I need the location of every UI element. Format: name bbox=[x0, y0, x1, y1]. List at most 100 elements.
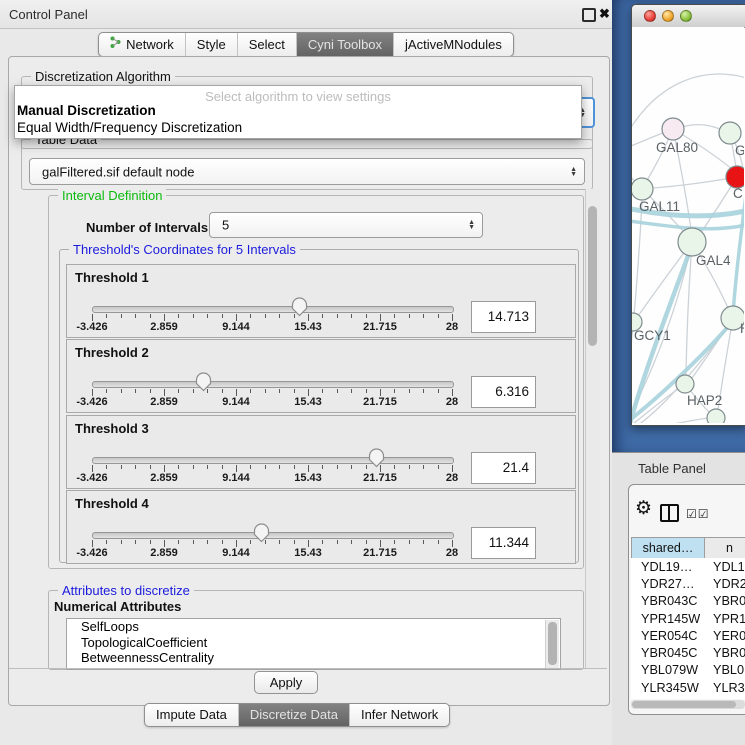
threshold-label: Threshold 2 bbox=[75, 345, 149, 360]
slider-thumb[interactable] bbox=[253, 523, 270, 543]
close-icon[interactable]: ✖ bbox=[599, 6, 610, 22]
network-node-hap2[interactable] bbox=[676, 375, 694, 393]
slider-tick bbox=[135, 314, 136, 318]
network-view-window: GAL80GACGAL11GAL4GCY1HHAP2 bbox=[631, 4, 745, 426]
slider-tick bbox=[164, 540, 165, 547]
slider-thumb[interactable] bbox=[368, 448, 385, 468]
table-row[interactable]: YBR045CYBR0 bbox=[631, 644, 745, 661]
network-node-gal4[interactable] bbox=[678, 228, 706, 256]
threshold-value-field[interactable]: 11.344 bbox=[471, 527, 536, 559]
slider-tick bbox=[409, 540, 410, 544]
tab-impute-data[interactable]: Impute Data bbox=[145, 704, 239, 726]
slider-thumb[interactable] bbox=[291, 297, 308, 317]
slider-tick bbox=[150, 540, 151, 544]
threshold-value-field[interactable]: 21.4 bbox=[471, 452, 536, 484]
slider-tick bbox=[394, 465, 395, 469]
network-canvas[interactable]: GAL80GACGAL11GAL4GCY1HHAP2 bbox=[632, 27, 744, 423]
network-window-titlebar[interactable] bbox=[632, 5, 745, 28]
combo-spinner-icon: ▲▼ bbox=[570, 167, 577, 177]
close-traffic-light[interactable] bbox=[644, 10, 656, 22]
tab-cyni-toolbox[interactable]: Cyni Toolbox bbox=[297, 33, 394, 56]
tab-discretize-data[interactable]: Discretize Data bbox=[239, 704, 350, 726]
slider-track[interactable] bbox=[92, 306, 454, 313]
network-node[interactable] bbox=[707, 409, 725, 423]
table-horizontal-scrollbar[interactable] bbox=[631, 700, 745, 709]
attribute-item-betweennesscentrality[interactable]: BetweennessCentrality bbox=[67, 650, 560, 666]
slider-tick bbox=[279, 540, 280, 544]
tab-select[interactable]: Select bbox=[238, 33, 297, 56]
slider-tick bbox=[193, 389, 194, 393]
slider-tick bbox=[222, 389, 223, 393]
content-vertical-scrollbar[interactable] bbox=[585, 189, 600, 668]
slider-tick-label: 2.859 bbox=[150, 472, 178, 484]
network-node-label: GAL11 bbox=[639, 199, 680, 214]
threshold-label: Threshold 4 bbox=[75, 496, 149, 511]
network-icon bbox=[110, 36, 121, 52]
float-window-icon[interactable] bbox=[582, 8, 596, 22]
tab-jactivemnodules[interactable]: jActiveMNodules bbox=[394, 33, 513, 56]
slider-tick bbox=[236, 314, 237, 321]
slider-tick bbox=[135, 465, 136, 469]
threshold-value-field[interactable]: 6.316 bbox=[471, 376, 536, 408]
tab-network[interactable]: Network bbox=[99, 33, 186, 56]
tab-style[interactable]: Style bbox=[186, 33, 238, 56]
table-row[interactable]: YDR27…YDR2 bbox=[631, 575, 745, 592]
footer-divider bbox=[9, 668, 607, 669]
table-panel-region: Table Panel ⚙ ☑☑ shared… n YDL19…YDL1YDR… bbox=[612, 452, 745, 745]
column-header-name[interactable]: n bbox=[705, 538, 745, 558]
network-node-gal11[interactable] bbox=[632, 178, 653, 200]
algorithm-option-equal-width-frequency-discretization[interactable]: Equal Width/Frequency Discretization bbox=[17, 120, 242, 135]
scrollbar-thumb[interactable] bbox=[632, 701, 736, 708]
table-row[interactable]: YDL19…YDL1 bbox=[631, 558, 745, 575]
slider-tick bbox=[178, 314, 179, 318]
network-node-ga[interactable] bbox=[719, 122, 741, 144]
split-columns-icon[interactable] bbox=[660, 504, 679, 522]
scrollbar-thumb[interactable] bbox=[548, 622, 557, 665]
table-row[interactable]: YPR145WYPR1 bbox=[631, 610, 745, 627]
slider-tick-label: 28 bbox=[446, 547, 458, 559]
scrollbar-thumb[interactable] bbox=[588, 206, 597, 346]
num-intervals-combobox[interactable]: 5 ▲▼ bbox=[209, 212, 483, 238]
table-row[interactable]: YIL052CYIL0 bbox=[631, 696, 745, 699]
table-data-combobox[interactable]: galFiltered.sif default node ▲▼ bbox=[29, 158, 585, 185]
tab-infer-network[interactable]: Infer Network bbox=[350, 704, 449, 726]
slider-tick bbox=[236, 389, 237, 396]
attribute-item-topologicalcoefficient[interactable]: TopologicalCoefficient bbox=[67, 635, 560, 651]
attribute-item-selfloops[interactable]: SelfLoops bbox=[67, 619, 560, 635]
slider-track[interactable] bbox=[92, 457, 454, 464]
numerical-attributes-list[interactable]: SelfLoopsTopologicalCoefficientBetweenne… bbox=[66, 618, 561, 670]
checkbox-icons[interactable]: ☑☑ bbox=[686, 507, 710, 521]
cyni-toolbox-panel: Discretization Algorithm ▲▼ Select algor… bbox=[8, 56, 610, 706]
gear-icon[interactable]: ⚙ bbox=[635, 497, 652, 520]
slider-track[interactable] bbox=[92, 532, 454, 539]
slider-tick bbox=[337, 465, 338, 469]
slider-tick-label: 21.715 bbox=[363, 396, 397, 408]
cell-name: YBR0 bbox=[705, 646, 745, 660]
column-header-shared-name[interactable]: shared… bbox=[631, 538, 705, 558]
network-node-label: GAL80 bbox=[656, 140, 698, 155]
table-data-group: Table Data galFiltered.sif default node … bbox=[21, 139, 593, 190]
algorithm-option-manual-discretization[interactable]: Manual Discretization bbox=[17, 103, 156, 118]
minimize-traffic-light[interactable] bbox=[662, 10, 674, 22]
network-node-c[interactable] bbox=[726, 166, 744, 188]
top-tab-bar: NetworkStyleSelectCyni ToolboxjActiveMNo… bbox=[0, 32, 612, 57]
cell-name: YDL1 bbox=[705, 560, 745, 574]
slider-tick-label: -3.426 bbox=[76, 547, 107, 559]
slider-tick-label: 28 bbox=[446, 321, 458, 333]
table-row[interactable]: YER054CYER0 bbox=[631, 627, 745, 644]
apply-button[interactable]: Apply bbox=[254, 671, 318, 694]
tab-label: Discretize Data bbox=[250, 707, 338, 722]
slider-tick bbox=[92, 389, 93, 396]
zoom-traffic-light[interactable] bbox=[680, 10, 692, 22]
slider-tick bbox=[106, 314, 107, 318]
table-row[interactable]: YBL079WYBL0 bbox=[631, 662, 745, 679]
table-row[interactable]: YLR345WYLR3 bbox=[631, 679, 745, 696]
tab-label: Infer Network bbox=[361, 707, 438, 722]
slider-thumb[interactable] bbox=[195, 372, 212, 392]
attributes-list-scrollbar[interactable] bbox=[545, 620, 559, 668]
table-row[interactable]: YBR043CYBR0 bbox=[631, 593, 745, 610]
slider-tick-label: 15.43 bbox=[294, 396, 322, 408]
network-node-gal80[interactable] bbox=[662, 118, 684, 140]
slider-track[interactable] bbox=[92, 381, 454, 388]
threshold-value-field[interactable]: 14.713 bbox=[471, 301, 536, 333]
